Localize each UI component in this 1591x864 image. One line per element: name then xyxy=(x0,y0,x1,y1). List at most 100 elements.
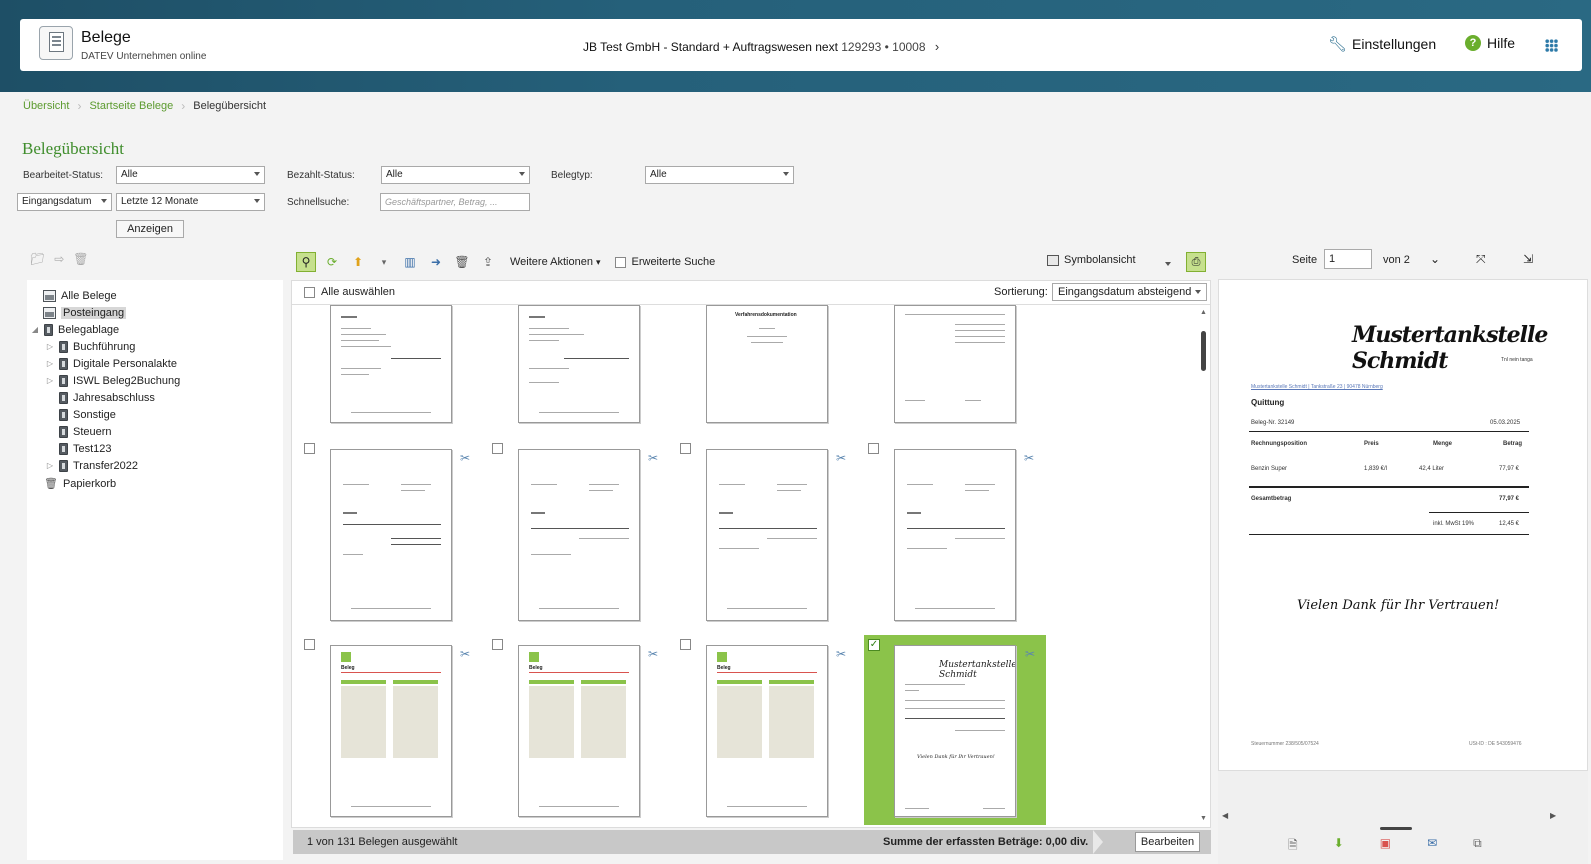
document-thumbnail[interactable]: Beleg xyxy=(706,645,828,817)
document-thumbnail[interactable] xyxy=(894,305,1016,423)
document-thumbnail[interactable]: Beleg xyxy=(518,645,640,817)
tree-item-alle-belege[interactable]: Alle Belege xyxy=(43,288,117,303)
tree-item-sonstige[interactable]: Sonstige xyxy=(46,407,116,422)
select-all-checkbox[interactable] xyxy=(304,286,315,298)
document-thumbnail-selected[interactable]: Mustertankstelle Schmidt Vielen Dank für… xyxy=(894,645,1016,817)
view-mode-select[interactable]: Symbolansicht xyxy=(1047,254,1136,266)
tree-item-test123[interactable]: Test123 xyxy=(46,441,112,456)
tree-new-folder-icon[interactable]: 📁︎ xyxy=(30,252,45,266)
more-actions-menu[interactable]: Weitere Aktionen xyxy=(510,256,593,268)
company-selector[interactable]: JB Test GmbH - Standard + Auftragswesen … xyxy=(583,39,939,54)
pdf-icon[interactable]: ▣ xyxy=(1380,836,1391,857)
dropdown-arrow-icon[interactable]: ▾ xyxy=(374,252,394,272)
dropdown-arrow-icon[interactable] xyxy=(1165,262,1171,266)
document-checkbox[interactable] xyxy=(492,443,503,454)
tree-item-iswl[interactable]: ▷ ISWL Beleg2Buchung xyxy=(46,373,180,388)
preview-col-position: Rechnungsposition xyxy=(1251,441,1307,447)
tree-item-buchfuehrung[interactable]: ▷ Buchführung xyxy=(46,339,135,354)
tree-delete-icon[interactable]: 🗑︎ xyxy=(73,252,88,266)
preview-horizontal-scrollbar[interactable]: ◀ ▶ xyxy=(1218,811,1588,825)
document-thumbnail[interactable]: Beleg xyxy=(330,645,452,817)
grid-scrollbar[interactable]: ▲ ▼ xyxy=(1199,307,1208,825)
page-number-input[interactable]: 1 xyxy=(1324,249,1372,269)
tree-item-posteingang[interactable]: Posteingang xyxy=(43,305,127,320)
expand-right-icon[interactable]: ▷ xyxy=(46,376,54,385)
document-checkbox[interactable] xyxy=(680,639,691,650)
tree-item-steuern[interactable]: Steuern xyxy=(46,424,112,439)
upload-icon[interactable]: ⬆ xyxy=(348,252,368,272)
tree-item-papierkorb[interactable]: 🗑︎ Papierkorb xyxy=(44,476,116,491)
pin-icon[interactable]: ✂︎ xyxy=(648,451,658,465)
settings-button[interactable]: 🔧︎ Einstellungen xyxy=(1328,35,1436,53)
app-launcher-icon[interactable] xyxy=(1545,39,1558,52)
pin-icon[interactable]: ✂︎ xyxy=(460,451,470,465)
show-button[interactable]: Anzeigen xyxy=(116,220,184,238)
documents-app-icon[interactable] xyxy=(39,26,73,60)
document-thumbnail[interactable] xyxy=(330,305,452,423)
fullscreen-icon[interactable]: ⤧ xyxy=(1476,252,1486,267)
dropdown-arrow-icon xyxy=(101,199,107,203)
belegtyp-select[interactable]: Alle xyxy=(645,166,794,184)
document-checkbox-checked[interactable]: ✓ xyxy=(868,639,880,651)
select-all[interactable]: Alle auswählen xyxy=(304,286,395,298)
expand-right-icon[interactable]: ▷ xyxy=(46,359,54,368)
tree-item-label: Alle Belege xyxy=(61,289,117,302)
breadcrumb-separator: › xyxy=(77,99,82,113)
pin-icon[interactable]: ✂︎ xyxy=(1024,451,1034,465)
extended-search-checkbox[interactable] xyxy=(614,256,626,268)
help-button[interactable]: ? Hilfe xyxy=(1465,35,1515,51)
date-field-select[interactable]: Eingangsdatum xyxy=(17,193,112,211)
scroll-right-icon[interactable]: ▶ xyxy=(1550,811,1556,820)
document-info-icon[interactable]: 🗎︎ xyxy=(1288,836,1298,857)
document-checkbox[interactable] xyxy=(868,443,879,454)
export-icon[interactable]: ⎙ xyxy=(1186,252,1206,272)
scroll-down-icon[interactable]: ▼ xyxy=(1200,815,1207,822)
document-thumbnail[interactable] xyxy=(706,449,828,621)
breadcrumb-overview[interactable]: Übersicht xyxy=(23,100,69,112)
tree-move-icon[interactable]: ⇨ xyxy=(54,252,64,266)
mail-icon[interactable]: ✉ xyxy=(1427,836,1437,857)
period-select[interactable]: Letzte 12 Monate xyxy=(116,193,265,211)
download-icon[interactable]: ⬇ xyxy=(1334,836,1344,857)
quicksearch-label: Schnellsuche: xyxy=(287,197,350,208)
expand-right-icon[interactable]: ▷ xyxy=(46,461,54,470)
open-external-icon[interactable]: ⇲ xyxy=(1523,252,1533,266)
document-thumbnail[interactable] xyxy=(894,449,1016,621)
sort-select[interactable]: Eingangsdatum absteigend xyxy=(1052,283,1207,301)
tree-item-personalakte[interactable]: ▷ Digitale Personalakte xyxy=(46,356,177,371)
document-checkbox[interactable] xyxy=(680,443,691,454)
pin-icon[interactable]: ✂︎ xyxy=(836,647,846,661)
filter-tree-icon[interactable]: ⚲ xyxy=(296,252,316,272)
document-checkbox[interactable] xyxy=(492,639,503,650)
scroll-left-icon[interactable]: ◀ xyxy=(1222,811,1228,820)
share-icon[interactable]: ⇪ xyxy=(478,252,498,272)
scroll-up-icon[interactable]: ▲ xyxy=(1200,309,1207,316)
bearbeitet-status-select[interactable]: Alle xyxy=(116,166,265,184)
document-thumbnail[interactable]: Verfahrensdokumentation xyxy=(706,305,828,423)
expand-right-icon[interactable]: ▷ xyxy=(46,342,54,351)
document-checkbox[interactable] xyxy=(304,443,315,454)
delete-icon[interactable]: 🗑︎ xyxy=(452,252,472,272)
tree-item-transfer2022[interactable]: ▷ Transfer2022 xyxy=(46,458,138,473)
move-icon[interactable]: ➜ xyxy=(426,252,446,272)
pin-icon[interactable]: ✂︎ xyxy=(648,647,658,661)
scroll-thumb[interactable] xyxy=(1201,331,1206,371)
chevron-down-icon[interactable]: ⌄ xyxy=(1430,252,1440,266)
quicksearch-input[interactable]: Geschäftspartner, Betrag, ... xyxy=(380,193,530,211)
pin-icon[interactable]: ✂︎ xyxy=(836,451,846,465)
pin-icon[interactable]: ✂︎ xyxy=(1025,647,1035,661)
split-icon[interactable]: ▥ xyxy=(400,252,420,272)
bezahlt-status-select[interactable]: Alle xyxy=(381,166,530,184)
pin-icon[interactable]: ✂︎ xyxy=(460,647,470,661)
breadcrumb-start-belege[interactable]: Startseite Belege xyxy=(89,100,173,112)
copy-icon[interactable]: ⧉ xyxy=(1473,836,1482,857)
edit-button[interactable]: Bearbeiten xyxy=(1135,832,1200,852)
refresh-icon[interactable]: ⟳ xyxy=(322,252,342,272)
document-thumbnail[interactable] xyxy=(518,449,640,621)
document-thumbnail[interactable] xyxy=(518,305,640,423)
expand-down-icon[interactable]: ◢ xyxy=(31,325,39,334)
tree-item-jahresabschluss[interactable]: Jahresabschluss xyxy=(46,390,155,405)
document-thumbnail[interactable] xyxy=(330,449,452,621)
document-checkbox[interactable] xyxy=(304,639,315,650)
tree-item-belegablage[interactable]: ◢ Belegablage xyxy=(31,322,119,337)
